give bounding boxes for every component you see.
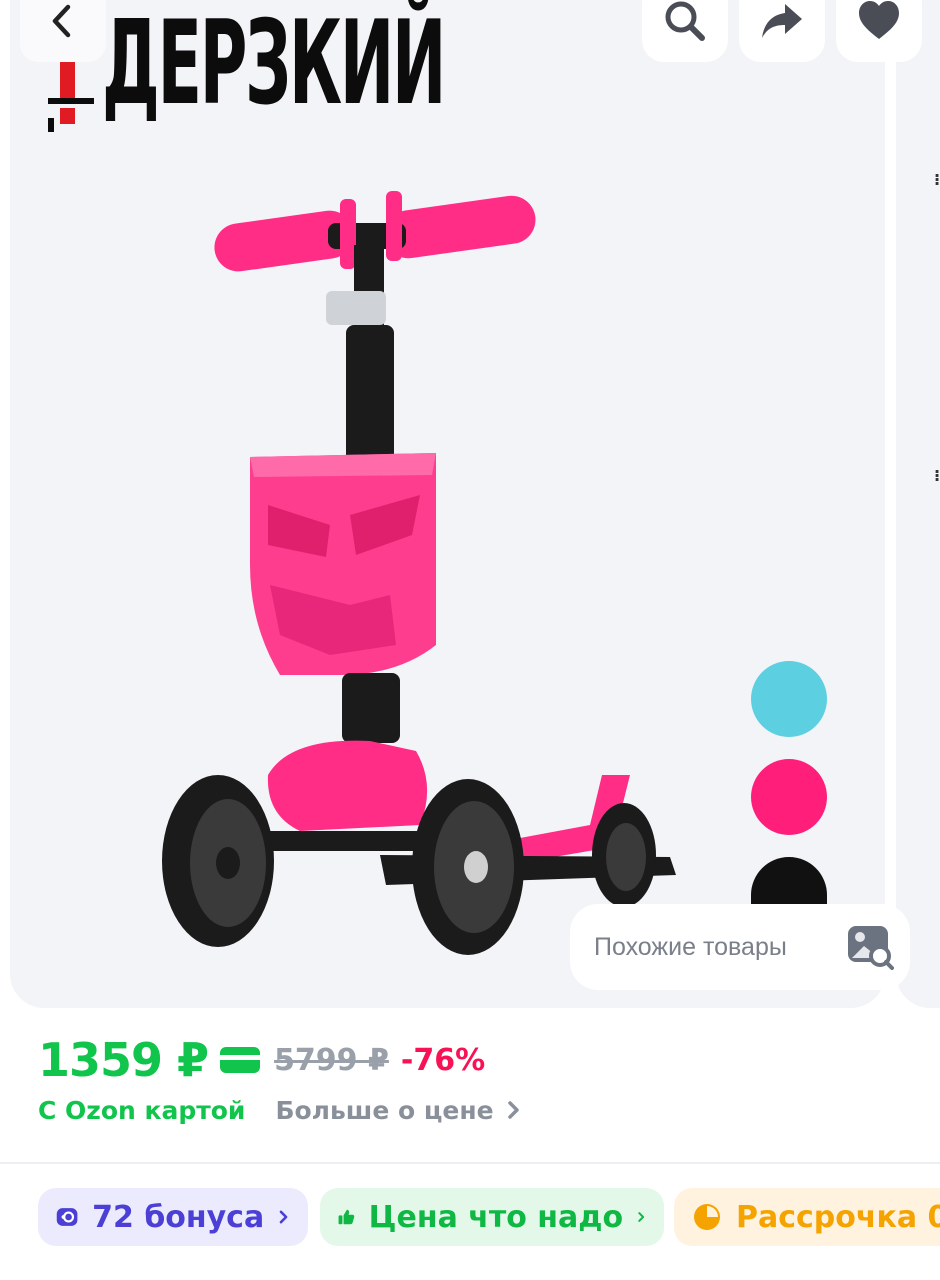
left-wheel [162,775,274,947]
pie-chart-icon [694,1204,720,1230]
thumbs-up-icon [338,1209,355,1225]
bonus-label: 72 бонуса [92,1199,265,1235]
image-search-icon [848,926,894,970]
price-row[interactable]: 1359 ₽ 5799 ₽ -76% [38,1030,485,1090]
current-price: 1359 ₽ [38,1033,209,1087]
good-price-label: Цена что надо [368,1199,624,1235]
share-button[interactable] [739,0,825,62]
ozon-card-note: С Ozon картой [38,1095,246,1125]
chevron-right-icon [507,1101,519,1119]
card-icon [220,1047,261,1073]
divider [0,1162,940,1164]
more-about-price-link[interactable]: Больше о цене [275,1096,523,1125]
brand-name: ДЕРЗКИЙ [102,0,446,131]
favorite-button[interactable] [836,0,922,62]
installment-badge[interactable]: Рассрочка 0 [674,1188,940,1246]
product-image-scooter[interactable] [150,185,690,955]
peek-indicator: ⁝ [934,170,940,189]
price-subline: С Ozon картой Больше о цене [38,1092,524,1128]
next-gallery-peek [896,0,940,1008]
similar-products-button[interactable]: Похожие товары [570,904,910,990]
share-icon [762,4,802,38]
similar-products-label: Похожие товары [594,932,787,961]
right-wheel [412,779,524,955]
search-icon [665,1,705,41]
installment-label: Рассрочка 0 [736,1199,940,1235]
bonus-badge[interactable]: 72 бонуса [38,1188,308,1246]
search-button[interactable] [642,0,728,62]
chevron-right-icon [279,1210,288,1224]
more-about-price-label: Больше о цене [275,1095,494,1125]
rear-wheel [592,803,656,907]
discount-percent: -76% [400,1042,486,1078]
brand-logo: ДЕРЗКИЙ [46,6,446,134]
color-swatch-pink[interactable] [751,759,827,835]
bonus-icon [56,1208,78,1226]
peek-indicator: ⁝ [934,466,940,485]
old-price: 5799 ₽ [274,1042,389,1078]
heart-icon [859,1,899,39]
chevron-right-icon [638,1212,645,1222]
color-swatch-blue[interactable] [751,661,827,737]
good-price-badge[interactable]: Цена что надо [320,1188,664,1246]
